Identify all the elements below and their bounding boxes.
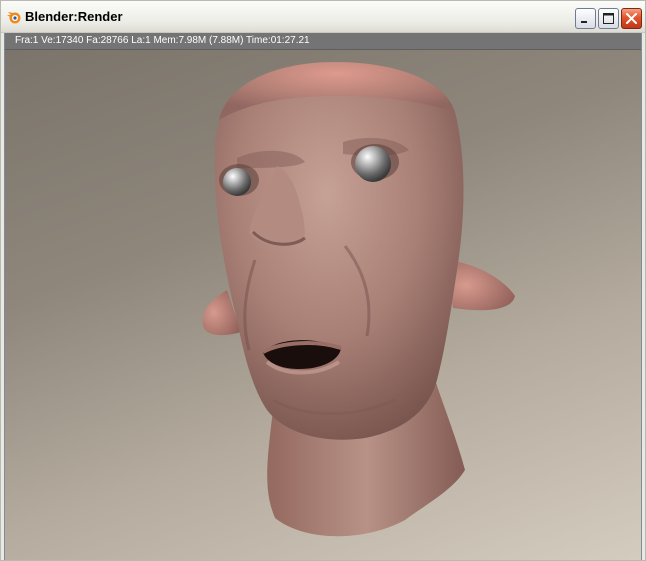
left-eye: [223, 168, 251, 196]
render-image: [5, 50, 641, 560]
right-eye: [355, 146, 391, 182]
render-status-bar: Fra:1 Ve:17340 Fa:28766 La:1 Mem:7.98M (…: [5, 33, 641, 50]
blender-logo-icon[interactable]: [6, 9, 22, 25]
minimize-icon: [581, 21, 587, 23]
minimize-button[interactable]: [575, 8, 596, 29]
close-icon: [626, 13, 637, 24]
maximize-button[interactable]: [598, 8, 619, 29]
close-button[interactable]: [621, 8, 642, 29]
head: [214, 62, 464, 440]
title-bar[interactable]: Blender:Render: [1, 1, 645, 33]
maximize-icon: [603, 13, 614, 24]
window-title: Blender:Render: [25, 9, 123, 24]
render-stats-text: Fra:1 Ve:17340 Fa:28766 La:1 Mem:7.98M (…: [15, 35, 310, 46]
render-window: Blender:Render Fra:1 Ve:17340 Fa:28766 L…: [0, 0, 646, 561]
